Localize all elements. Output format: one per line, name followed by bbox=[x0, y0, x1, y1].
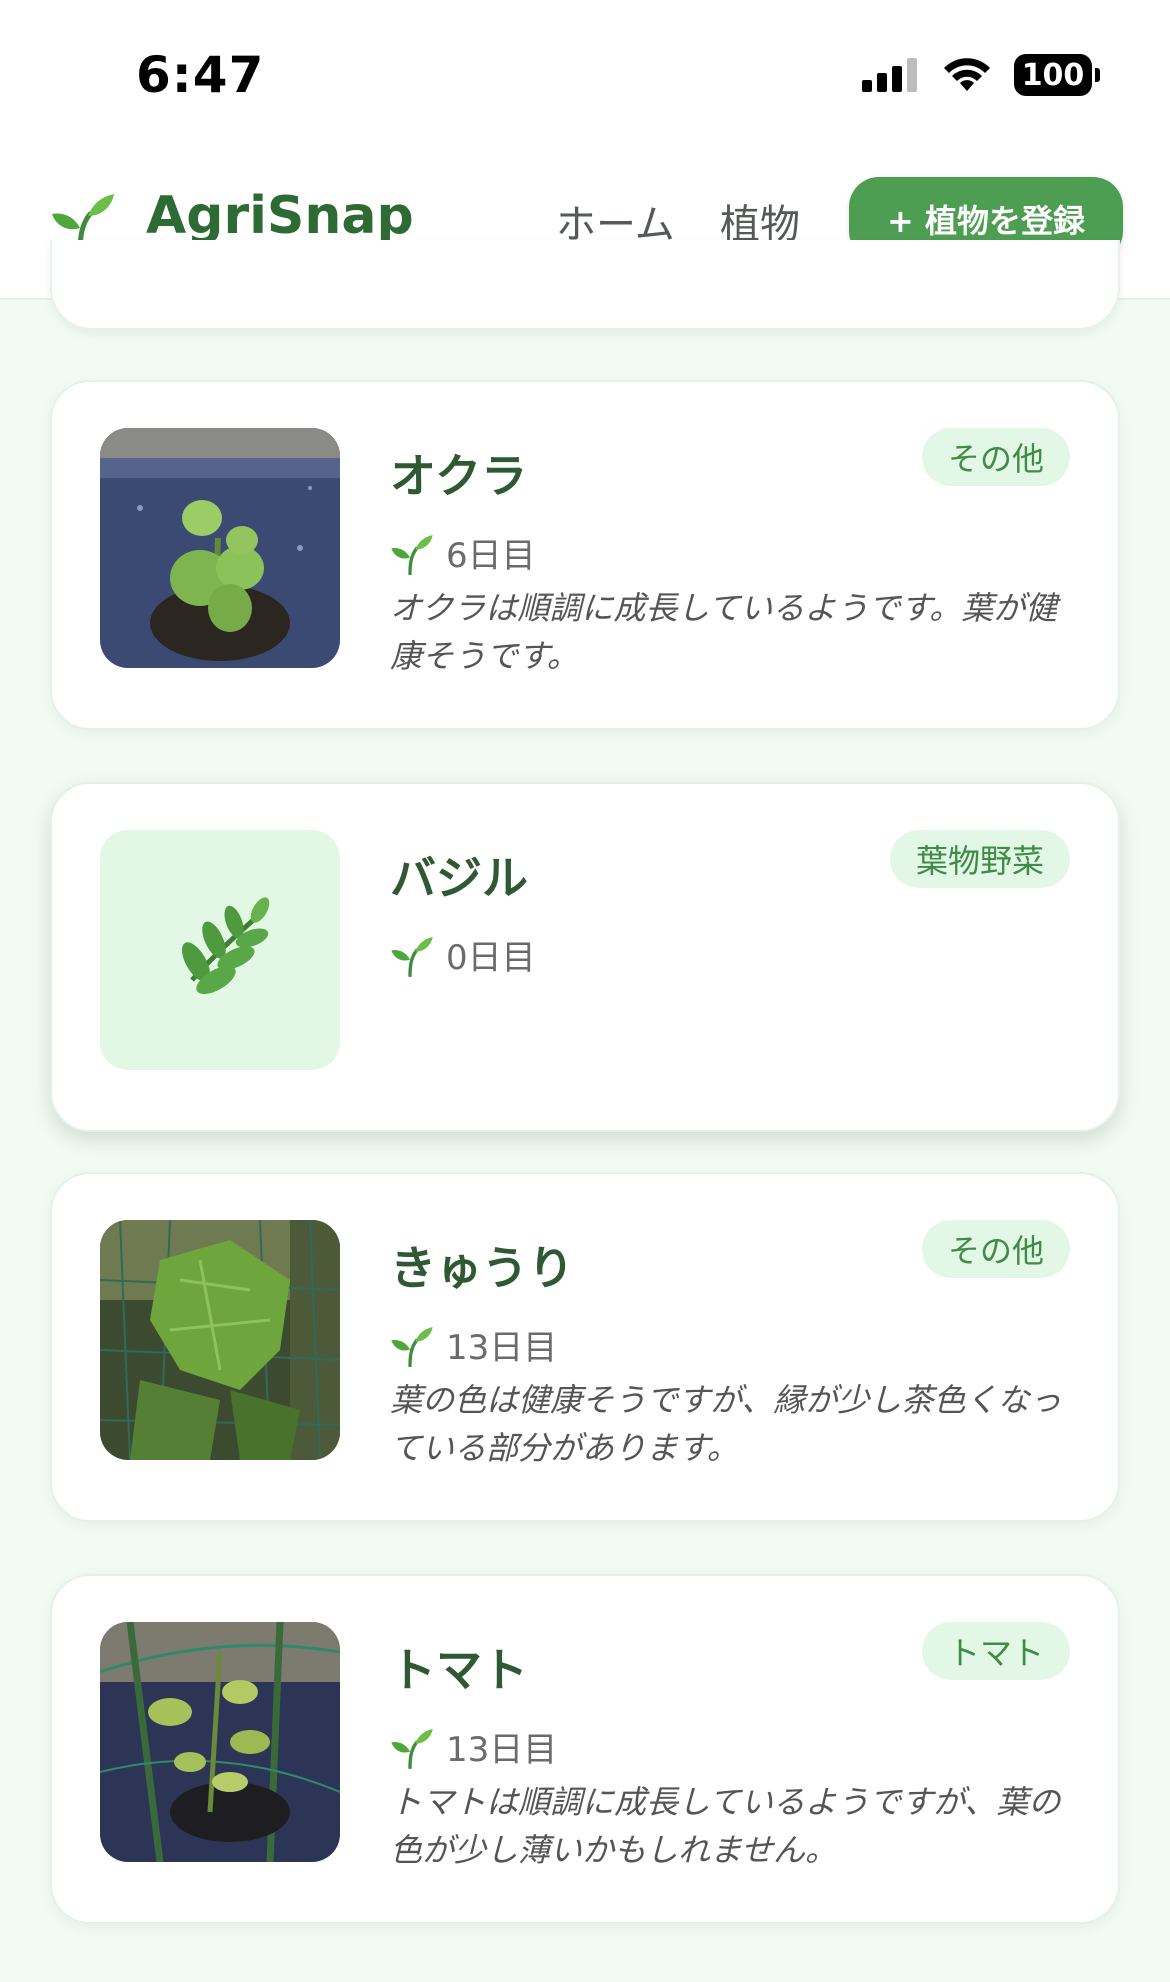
battery-level: 100 bbox=[1021, 57, 1085, 93]
herb-icon-placeholder bbox=[100, 830, 340, 1070]
sprout-icon bbox=[391, 1326, 433, 1367]
okra-photo bbox=[100, 428, 340, 668]
days-count: 0日目 bbox=[446, 938, 536, 978]
battery-icon: 100 bbox=[1014, 54, 1100, 96]
category-badge: 葉物野菜 bbox=[889, 830, 1070, 888]
sprout-icon bbox=[391, 534, 433, 575]
plant-note: オクラは順調に成長しているようです。葉が健康そうです。 bbox=[390, 589, 1058, 675]
signal-icon bbox=[862, 58, 917, 92]
plant-note: 葉の色は健康そうですが、縁が少し茶色くなっている部分があります。 bbox=[390, 1381, 1062, 1467]
herb-icon bbox=[182, 897, 270, 994]
days-count: 13日目 bbox=[446, 1730, 558, 1770]
status-bar: 6:47 100 bbox=[0, 0, 1170, 150]
cucumber-photo bbox=[100, 1220, 340, 1460]
category-badge: その他 bbox=[921, 428, 1070, 486]
plant-card[interactable]: トマト トマト 13日目 トマトは順調に成長しているようですが、葉の色が少し薄い… bbox=[50, 1574, 1120, 1924]
wifi-icon bbox=[944, 58, 990, 91]
app-name[interactable]: AgriSnap bbox=[146, 186, 414, 246]
plant-card[interactable]: オクラ その他 6日目 オクラは順調に成長しているようです。葉が健康そうです。 bbox=[50, 380, 1120, 730]
days-count: 13日目 bbox=[446, 1328, 558, 1368]
sprout-icon bbox=[391, 936, 433, 977]
plant-card-partial[interactable] bbox=[50, 240, 1120, 330]
tomato-photo bbox=[100, 1622, 340, 1862]
plant-name: きゅうり bbox=[390, 1241, 574, 1295]
plant-name: バジル bbox=[390, 851, 528, 905]
sprout-icon bbox=[391, 1728, 433, 1769]
days-row: 0日目 bbox=[390, 930, 536, 979]
days-row: 6日目 bbox=[390, 528, 536, 577]
days-row: 13日目 bbox=[390, 1722, 557, 1771]
category-badge: その他 bbox=[921, 1220, 1070, 1278]
days-count: 6日目 bbox=[446, 536, 536, 576]
plant-card[interactable]: きゅうり その他 13日目 葉の色は健康そうですが、縁が少し茶色くなっている部分… bbox=[50, 1172, 1120, 1522]
category-badge: トマト bbox=[921, 1622, 1070, 1680]
status-time: 6:47 bbox=[136, 46, 265, 104]
plant-note: トマトは順調に成長しているようですが、葉の色が少し薄いかもしれません。 bbox=[390, 1783, 1061, 1869]
plant-card[interactable]: バジル 葉物野菜 0日目 bbox=[50, 782, 1120, 1132]
status-icons: 100 bbox=[862, 54, 1100, 96]
days-row: 13日目 bbox=[390, 1320, 557, 1369]
plant-name: オクラ bbox=[390, 449, 528, 503]
plant-name: トマト bbox=[390, 1643, 528, 1697]
